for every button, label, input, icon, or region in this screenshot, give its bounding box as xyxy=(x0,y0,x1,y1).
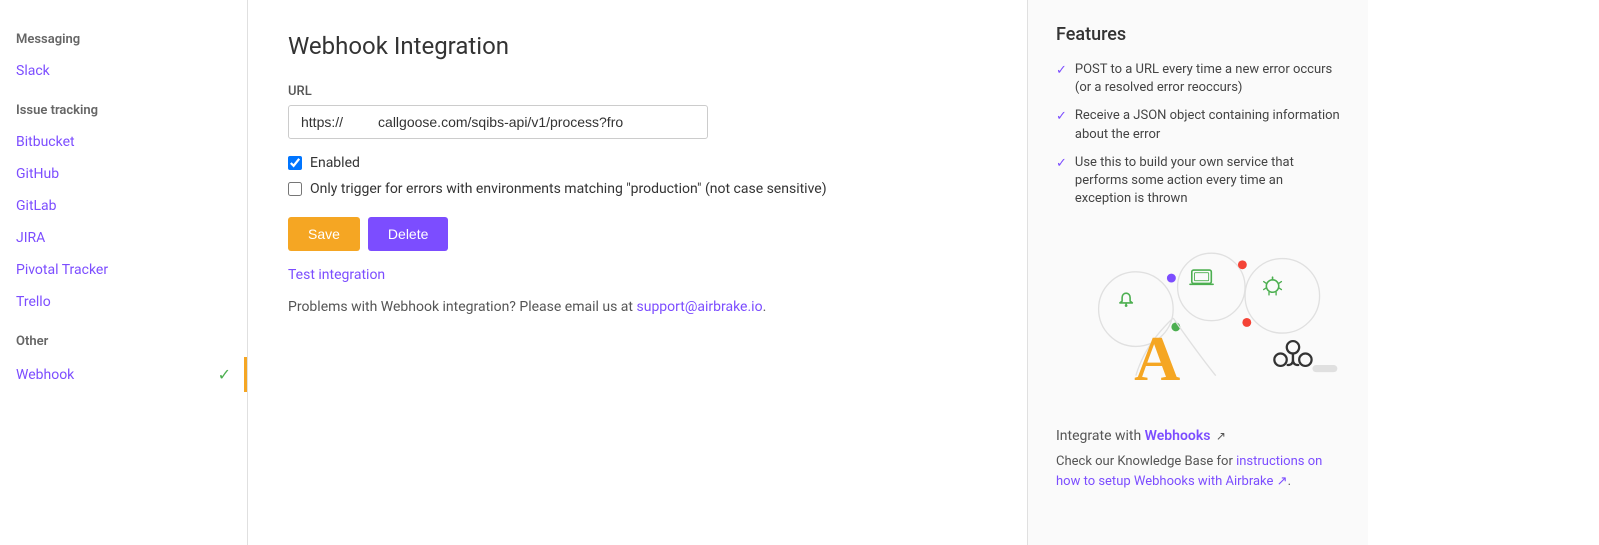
enabled-label[interactable]: Enabled xyxy=(310,155,360,171)
save-button[interactable]: Save xyxy=(288,217,360,251)
sidebar-item-github[interactable]: GitHub xyxy=(0,158,247,190)
delete-button[interactable]: Delete xyxy=(368,217,448,251)
sidebar-item-bitbucket[interactable]: Bitbucket xyxy=(0,126,247,158)
knowledge-base-ext-icon[interactable]: ↗ xyxy=(1277,474,1288,489)
enabled-checkbox[interactable] xyxy=(288,156,302,170)
features-panel: Features ✓ POST to a URL every time a ne… xyxy=(1028,0,1368,545)
action-buttons: Save Delete xyxy=(288,217,987,251)
active-bar xyxy=(244,357,247,392)
url-input[interactable] xyxy=(288,105,708,139)
feature-text-1: POST to a URL every time a new error occ… xyxy=(1075,61,1340,97)
only-trigger-label[interactable]: Only trigger for errors with environment… xyxy=(310,181,827,197)
messaging-section-label: Messaging xyxy=(0,16,247,55)
only-trigger-checkbox[interactable] xyxy=(288,182,302,196)
feature-item-3: ✓ Use this to build your own service tha… xyxy=(1056,154,1340,209)
sidebar-item-gitlab[interactable]: GitLab xyxy=(0,190,247,222)
webhooks-link[interactable]: Webhooks xyxy=(1145,428,1211,444)
sidebar-item-slack-label: Slack xyxy=(16,63,50,79)
sidebar-item-webhook[interactable]: Webhook ✓ xyxy=(0,357,247,392)
sidebar-item-slack[interactable]: Slack xyxy=(0,55,247,87)
page-title: Webhook Integration xyxy=(288,32,987,60)
test-integration-link[interactable]: Test integration xyxy=(288,267,385,283)
svg-text:A: A xyxy=(1134,323,1180,394)
issue-tracking-section-label: Issue tracking xyxy=(0,87,247,126)
feature-text-3: Use this to build your own service that … xyxy=(1075,154,1340,209)
main-content: Webhook Integration URL Enabled Only tri… xyxy=(248,0,1028,545)
external-link-icon: ↗ xyxy=(1216,429,1226,443)
sidebar-item-webhook-label: Webhook xyxy=(16,367,74,383)
enabled-row: Enabled xyxy=(288,155,987,171)
sidebar-item-pivotal-tracker-label: Pivotal Tracker xyxy=(16,262,108,278)
other-section-label: Other xyxy=(0,318,247,357)
feature-check-icon-3: ✓ xyxy=(1056,155,1067,173)
feature-check-icon-2: ✓ xyxy=(1056,108,1067,126)
problems-text: Problems with Webhook integration? Pleas… xyxy=(288,299,987,315)
check-icon: ✓ xyxy=(218,365,231,384)
sidebar-item-trello-label: Trello xyxy=(16,294,51,310)
features-title: Features xyxy=(1056,24,1340,45)
only-trigger-row: Only trigger for errors with environment… xyxy=(288,181,987,197)
sidebar-item-github-label: GitHub xyxy=(16,166,59,182)
sidebar-item-gitlab-label: GitLab xyxy=(16,198,57,214)
sidebar-item-jira-label: JIRA xyxy=(16,230,45,246)
url-label: URL xyxy=(288,84,987,99)
feature-text-2: Receive a JSON object containing informa… xyxy=(1075,107,1340,143)
sidebar-item-bitbucket-label: Bitbucket xyxy=(16,134,75,150)
integrate-prefix: Integrate with xyxy=(1056,428,1141,444)
support-email-link[interactable]: support@airbrake.io xyxy=(637,299,763,315)
sidebar-item-trello[interactable]: Trello xyxy=(0,286,247,318)
knowledge-base-text: Check our Knowledge Base for instruction… xyxy=(1056,452,1340,491)
integrate-row: Integrate with Webhooks ↗ xyxy=(1056,428,1340,444)
sidebar-item-pivotal-tracker[interactable]: Pivotal Tracker xyxy=(0,254,247,286)
feature-item-1: ✓ POST to a URL every time a new error o… xyxy=(1056,61,1340,97)
sidebar-item-jira[interactable]: JIRA xyxy=(0,222,247,254)
feature-item-2: ✓ Receive a JSON object containing infor… xyxy=(1056,107,1340,143)
webhook-illustration: A xyxy=(1056,228,1340,408)
feature-check-icon-1: ✓ xyxy=(1056,62,1067,80)
sidebar: Messaging Slack Issue tracking Bitbucket… xyxy=(0,0,248,545)
